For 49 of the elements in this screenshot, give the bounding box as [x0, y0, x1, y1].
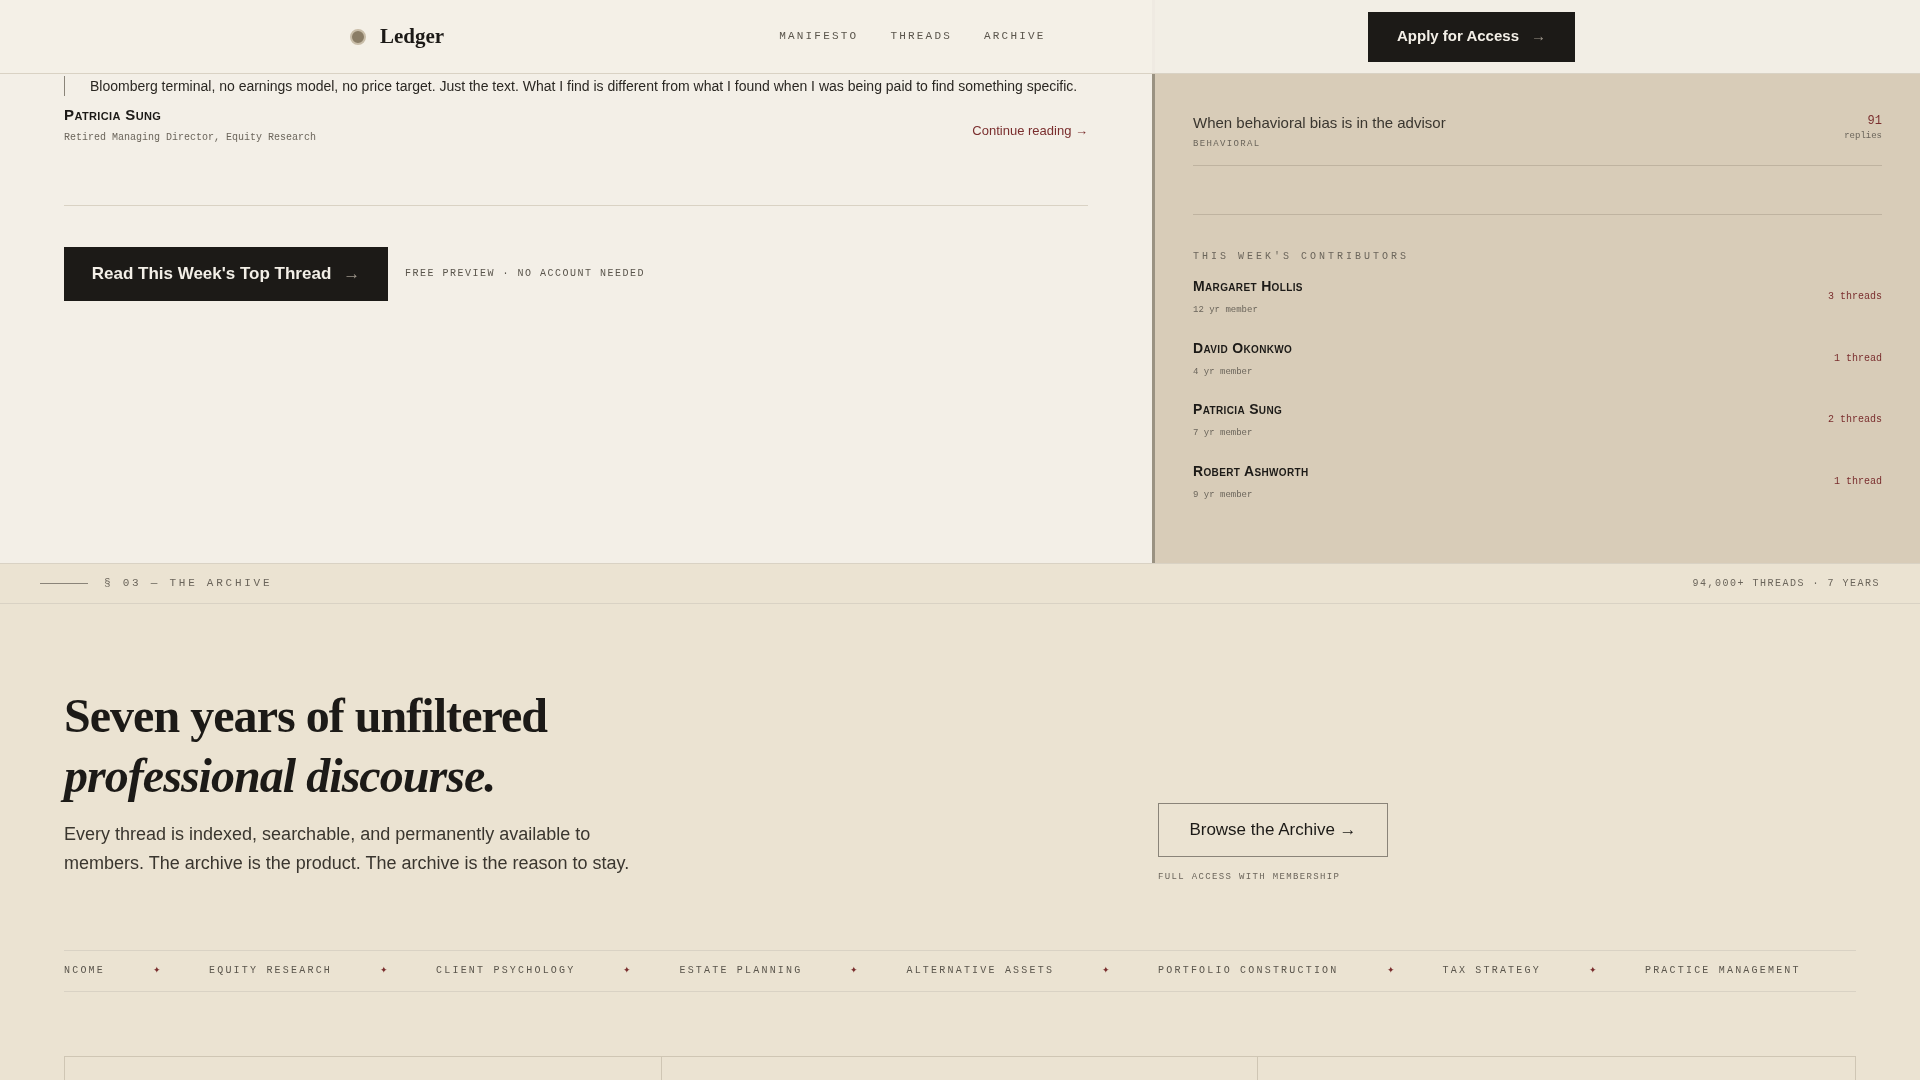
topic-tag[interactable]: ALTERNATIVE ASSETS [906, 963, 1055, 978]
section-label: § 03 — THE ARCHIVE [104, 576, 273, 592]
topic-tag[interactable]: TAX STRATEGY [1442, 963, 1541, 978]
topic-tag[interactable]: PRACTICE MANAGEMENT [1644, 963, 1801, 978]
contributor-name[interactable]: Robert Ashworth [1193, 460, 1309, 482]
contributor-tenure: 7 yr member [1193, 427, 1254, 440]
archive-description: Every thread is indexed, searchable, and permanently available to members. The archive is the product. The archive is the reason to stay. [64, 823, 631, 875]
nav-link[interactable]: THREADS [890, 28, 952, 45]
author-role: Retired Managing Director, Equity Research [64, 130, 317, 145]
author-name: Patricia Sung [64, 105, 163, 125]
separator-icon: ✦ [1588, 963, 1597, 978]
contributor-tenure: 9 yr member [1193, 488, 1254, 502]
thread-title[interactable]: When behavioral bias is in the advisor [1193, 112, 1446, 135]
top-thread-button[interactable]: Read This Week's Top Thread → [64, 246, 388, 301]
thread-tag: BEHAVIORAL [1193, 137, 1446, 151]
separator-icon: ✦ [380, 963, 389, 978]
topic-tag[interactable]: NCOME [64, 963, 105, 978]
nav-link[interactable]: MANIFESTO [779, 28, 859, 45]
quote-text: Bloomberg terminal, no earnings model, no price target. Just the text. What I find is different from what I found when I was being paid to find something specific. [90, 77, 1078, 95]
contributors-heading: THIS WEEK'S CONTRIBUTORS [1193, 250, 1411, 264]
contributor-tenure: 4 yr member [1193, 365, 1254, 379]
archive-stats: 94,000+ THREADS · 7 YEARS [1692, 577, 1880, 591]
reply-count: 91 [1866, 113, 1882, 130]
topic-tag[interactable]: EQUITY RESEARCH [209, 963, 333, 978]
separator-icon: ✦ [1386, 963, 1395, 978]
contributor-name[interactable]: Patricia Sung [1193, 399, 1283, 420]
topic-tag[interactable]: CLIENT PSYCHOLOGY [436, 963, 576, 978]
separator-icon: ✦ [1102, 963, 1111, 978]
thread-count: 1 thread [1834, 351, 1882, 366]
nav-link[interactable]: ARCHIVE [984, 28, 1046, 45]
apply-button[interactable]: Apply for Access → [1368, 11, 1575, 62]
thread-count: 3 threads [1828, 290, 1882, 305]
preview-note: FREE PREVIEW · NO ACCOUNT NEEDED [405, 267, 646, 281]
browse-archive-button[interactable]: Browse the Archive → [1158, 803, 1388, 857]
contributor-tenure: 12 yr member [1193, 304, 1259, 317]
reply-label: replies [1844, 130, 1882, 143]
thread-count: 2 threads [1828, 413, 1882, 428]
membership-note: FULL ACCESS WITH MEMBERSHIP [1158, 871, 1342, 884]
separator-icon: ✦ [850, 963, 859, 978]
contributor-name[interactable]: David Okonkwo [1193, 337, 1293, 359]
continue-reading-link[interactable]: Continue reading → [972, 121, 1088, 141]
separator-icon: ✦ [153, 963, 161, 978]
logo[interactable]: Ledger [380, 20, 445, 53]
logo-icon [350, 28, 366, 45]
thread-count: 1 thread [1834, 474, 1882, 489]
topic-tag[interactable]: ESTATE PLANNING [679, 963, 803, 978]
contributor-name[interactable]: Margaret Hollis [1193, 276, 1303, 297]
topic-tag[interactable]: PORTFOLIO CONSTRUCTION [1158, 963, 1339, 978]
separator-icon: ✦ [623, 963, 632, 978]
